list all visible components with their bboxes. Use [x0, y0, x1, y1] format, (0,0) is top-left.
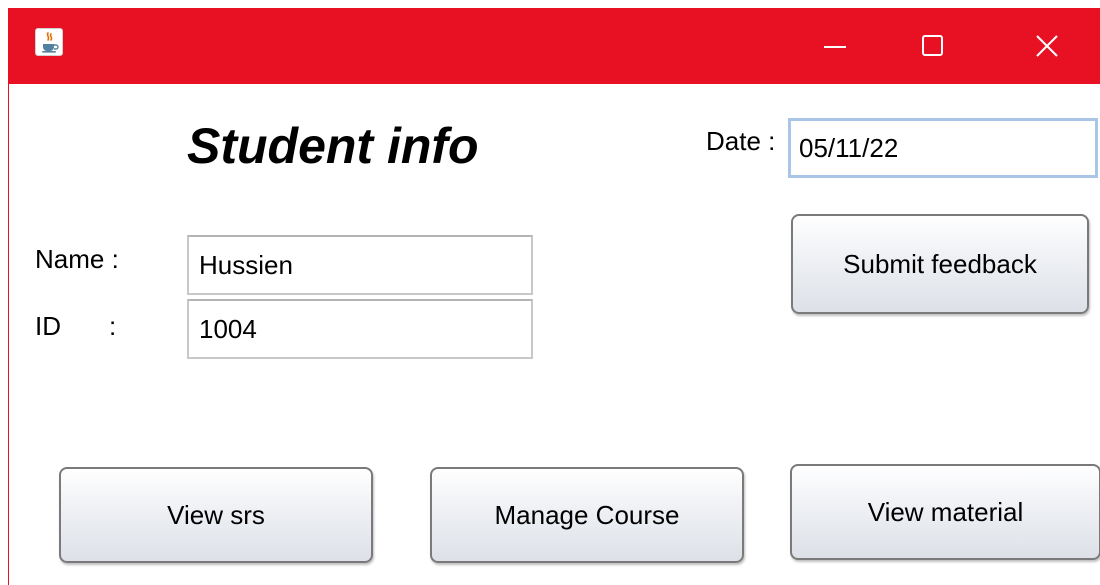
- view-material-button[interactable]: View material: [790, 464, 1100, 560]
- view-srs-button[interactable]: View srs: [59, 467, 373, 563]
- name-label: Name :: [35, 244, 119, 274]
- maximize-icon: [922, 35, 943, 56]
- title-bar[interactable]: [9, 8, 1100, 84]
- date-label: Date :: [706, 126, 776, 156]
- minimize-icon: [824, 46, 846, 48]
- id-label: ID: [35, 311, 61, 341]
- manage-course-button[interactable]: Manage Course: [430, 467, 744, 563]
- close-icon: [1036, 35, 1058, 57]
- page-title: Student info: [187, 118, 479, 174]
- date-field[interactable]: [788, 118, 1098, 178]
- maximize-button[interactable]: [895, 8, 971, 84]
- name-field[interactable]: [187, 235, 533, 295]
- java-coffee-cup-icon[interactable]: [35, 28, 63, 56]
- submit-feedback-button[interactable]: Submit feedback: [791, 214, 1089, 314]
- close-button[interactable]: [1009, 8, 1085, 84]
- id-label-colon: :: [109, 311, 117, 341]
- id-field[interactable]: [187, 299, 533, 359]
- app-window: Student info Date : Name : ID : Submit f…: [8, 8, 1100, 585]
- minimize-button[interactable]: [797, 8, 873, 84]
